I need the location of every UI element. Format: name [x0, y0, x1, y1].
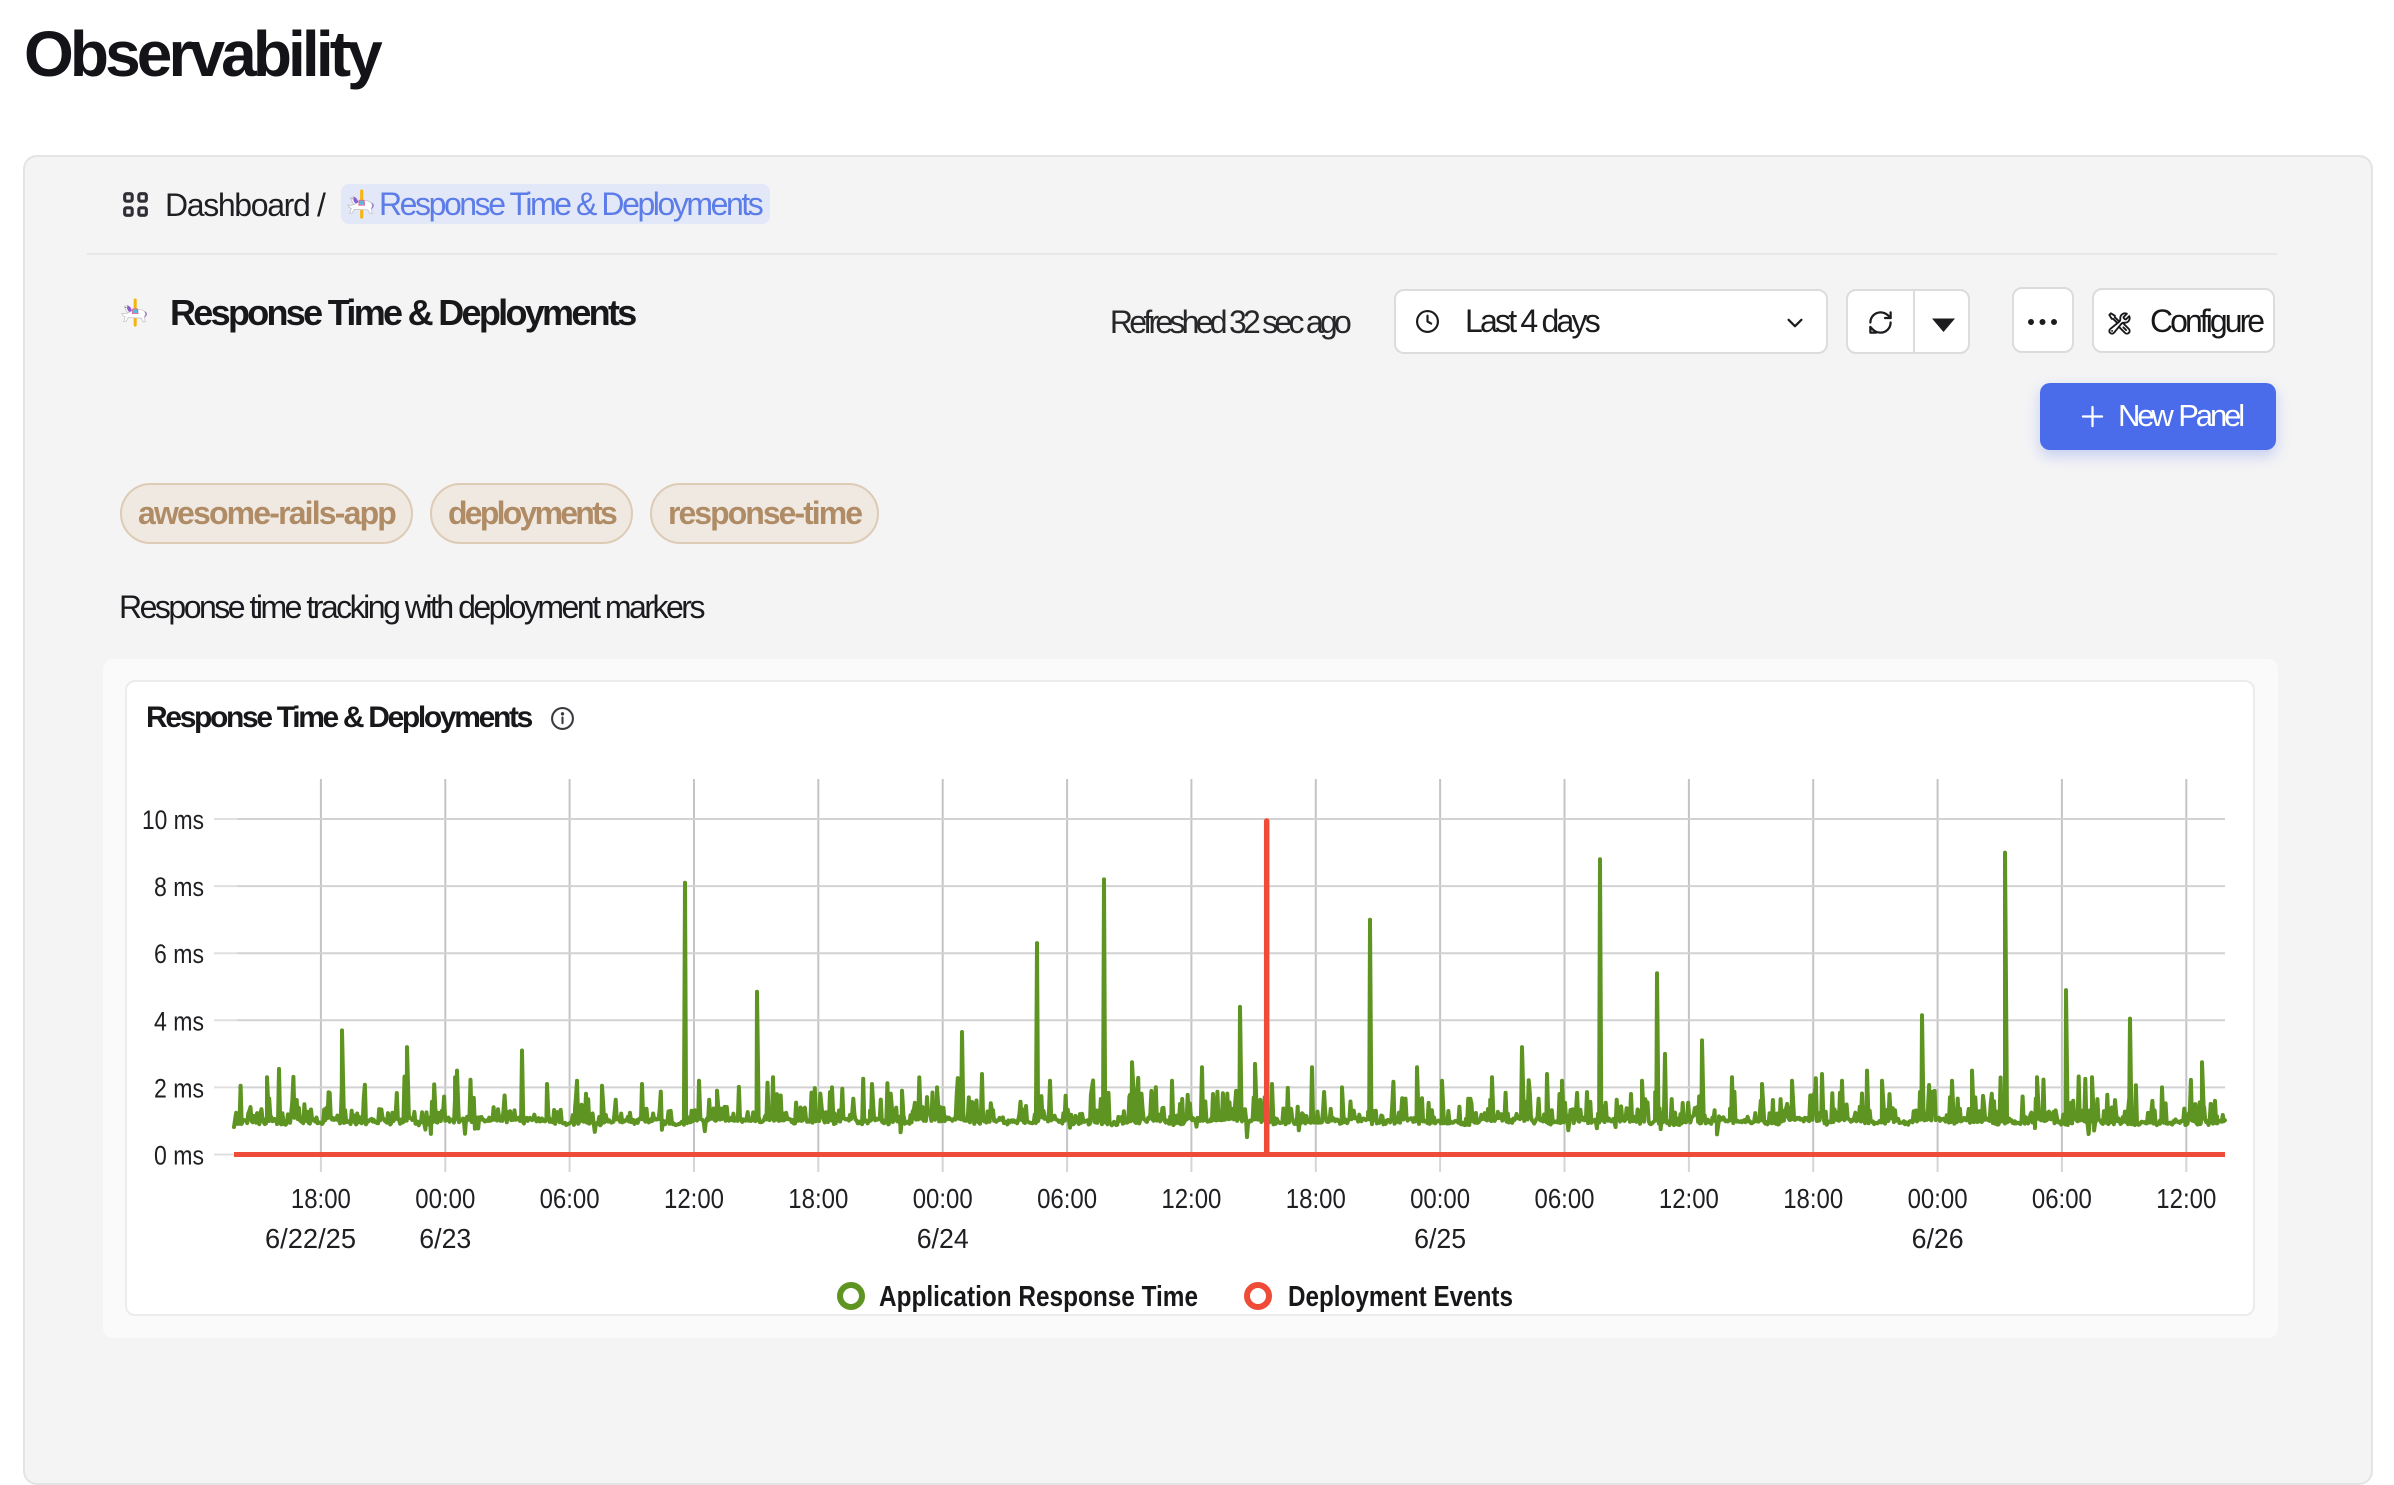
svg-text:6 ms: 6 ms	[154, 939, 204, 969]
svg-text:06:00: 06:00	[1037, 1183, 1097, 1214]
svg-text:6/22/25: 6/22/25	[265, 1223, 356, 1254]
svg-text:00:00: 00:00	[415, 1183, 475, 1214]
svg-text:00:00: 00:00	[913, 1183, 973, 1214]
svg-text:06:00: 06:00	[2032, 1183, 2092, 1214]
svg-text:4 ms: 4 ms	[154, 1006, 204, 1036]
svg-text:12:00: 12:00	[2156, 1183, 2216, 1214]
svg-text:0 ms: 0 ms	[154, 1141, 204, 1171]
svg-text:00:00: 00:00	[1908, 1183, 1968, 1214]
svg-text:6/26: 6/26	[1912, 1223, 1964, 1254]
svg-text:2 ms: 2 ms	[154, 1073, 204, 1103]
svg-text:10 ms: 10 ms	[142, 805, 204, 835]
svg-text:06:00: 06:00	[540, 1183, 600, 1214]
svg-text:18:00: 18:00	[788, 1183, 848, 1214]
svg-text:12:00: 12:00	[1659, 1183, 1719, 1214]
svg-text:6/24: 6/24	[917, 1223, 969, 1254]
svg-text:6/23: 6/23	[419, 1223, 471, 1254]
svg-text:Deployment Events: Deployment Events	[1288, 1281, 1513, 1313]
svg-text:Application Response Time: Application Response Time	[879, 1281, 1198, 1313]
svg-text:00:00: 00:00	[1410, 1183, 1470, 1214]
svg-text:8 ms: 8 ms	[154, 872, 204, 902]
svg-text:18:00: 18:00	[1286, 1183, 1346, 1214]
svg-text:12:00: 12:00	[664, 1183, 724, 1214]
svg-text:06:00: 06:00	[1535, 1183, 1595, 1214]
svg-text:12:00: 12:00	[1161, 1183, 1221, 1214]
svg-text:18:00: 18:00	[291, 1183, 351, 1214]
svg-text:6/25: 6/25	[1414, 1223, 1466, 1254]
svg-text:18:00: 18:00	[1783, 1183, 1843, 1214]
